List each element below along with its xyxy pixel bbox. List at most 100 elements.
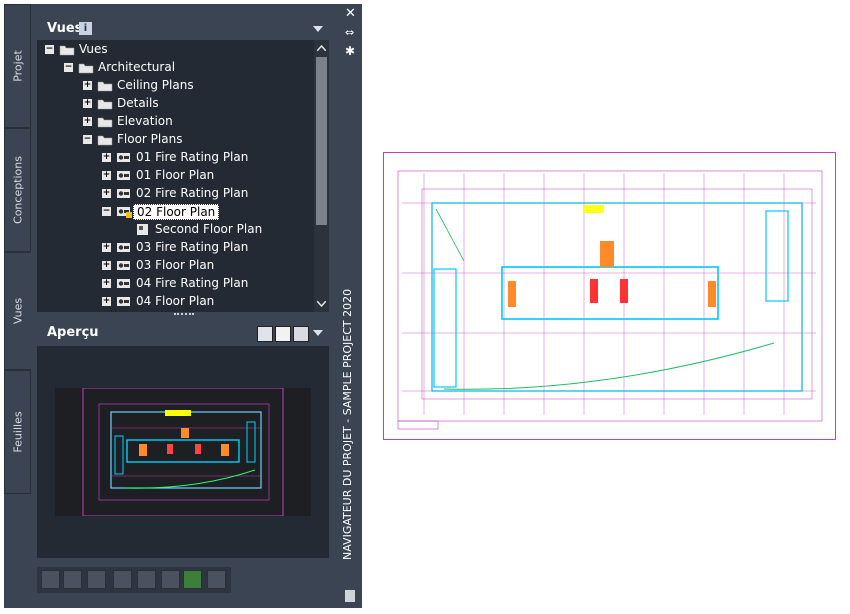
add-model-view-button[interactable]: [113, 570, 132, 589]
new-view-button[interactable]: [41, 570, 60, 589]
scroll-down-icon[interactable]: [317, 301, 326, 307]
tab-conceptions[interactable]: Conceptions: [4, 128, 31, 252]
folder-icon: [97, 115, 113, 128]
tree-item[interactable]: +04 Fire Rating Plan: [37, 275, 314, 293]
view-properties-button[interactable]: [87, 570, 106, 589]
tree-item-label: Second Floor Plan: [155, 222, 263, 236]
open-view-button[interactable]: [63, 570, 82, 589]
tree-item[interactable]: + Ceiling Plans: [37, 77, 314, 95]
tree-item-label: Architectural: [98, 60, 176, 74]
navigator-toolbar: [37, 567, 231, 593]
autohide-icon[interactable]: ⇔: [345, 26, 354, 39]
view-icon: [116, 295, 132, 308]
tab-projet[interactable]: Projet: [4, 4, 31, 128]
folder-icon: [97, 97, 113, 110]
tree-item[interactable]: + Details: [37, 95, 314, 113]
expand-icon[interactable]: +: [102, 279, 111, 288]
tab-projet-label: Projet: [11, 50, 24, 82]
chevron-down-icon[interactable]: [313, 26, 323, 32]
view-icon: [116, 169, 132, 182]
tab-vues[interactable]: Vues: [4, 252, 31, 370]
tree-item[interactable]: +04 Floor Plan: [37, 293, 314, 311]
scroll-thumb[interactable]: [316, 57, 327, 225]
tree-item-label: 04 Floor Plan: [136, 294, 215, 308]
view-locked-icon: [116, 205, 132, 218]
expand-icon[interactable]: +: [102, 261, 111, 270]
tree-item-label: 02 Fire Rating Plan: [136, 186, 249, 200]
expand-icon[interactable]: +: [83, 81, 92, 90]
expand-icon[interactable]: +: [102, 189, 111, 198]
tree-item[interactable]: +03 Floor Plan: [37, 257, 314, 275]
properties-icon[interactable]: ✱: [345, 44, 355, 58]
preview-panel-header: Aperçu: [37, 322, 329, 344]
preview-panel-title: Aperçu: [47, 325, 99, 340]
tree-item[interactable]: − 02 Floor Plan: [37, 203, 314, 221]
view-icon: [116, 259, 132, 272]
tree-item[interactable]: + Elevation: [37, 113, 314, 131]
expand-icon[interactable]: +: [102, 153, 111, 162]
tree-item[interactable]: +03 Fire Rating Plan: [37, 239, 314, 257]
tree-item[interactable]: − Floor Plans: [37, 131, 314, 149]
tree-item-label: 04 Fire Rating Plan: [136, 276, 249, 290]
expand-icon[interactable]: +: [83, 99, 92, 108]
repath-button[interactable]: [207, 570, 226, 589]
view-icon: [116, 187, 132, 200]
tree-item[interactable]: +02 Fire Rating Plan: [37, 185, 314, 203]
view-icon: [116, 241, 132, 254]
tab-feuilles-label: Feuilles: [11, 411, 24, 453]
splitter-grip[interactable]: [174, 313, 194, 319]
tree-item-label: 03 Fire Rating Plan: [136, 240, 249, 254]
refresh-icon[interactable]: [183, 570, 202, 589]
expand-icon[interactable]: +: [83, 117, 92, 126]
view-icon: [116, 277, 132, 290]
expand-icon[interactable]: +: [102, 243, 111, 252]
tab-conceptions-label: Conceptions: [11, 156, 24, 224]
tree-scrollbar[interactable]: [314, 40, 329, 312]
folder-open-icon: [97, 133, 113, 146]
floor-plan-drawing: [383, 152, 836, 440]
tree-item-label: 02 Floor Plan: [133, 204, 220, 220]
palette-title: NAVIGATEUR DU PROJET - SAMPLE PROJECT 20…: [341, 288, 354, 560]
tree-item-label: Details: [117, 96, 159, 110]
layer-button[interactable]: [161, 570, 180, 589]
preview-image-icon[interactable]: [275, 326, 291, 342]
close-icon[interactable]: ✕: [345, 6, 356, 21]
folder-open-icon: [59, 43, 75, 56]
preview-area: [37, 346, 329, 558]
folder-icon: [97, 79, 113, 92]
collapse-icon[interactable]: −: [64, 63, 73, 72]
tree-item-label: 01 Floor Plan: [136, 168, 215, 182]
scroll-up-icon[interactable]: [317, 45, 326, 51]
tree-item-label: Ceiling Plans: [117, 78, 194, 92]
folder-open-icon: [78, 61, 94, 74]
expand-icon[interactable]: +: [102, 297, 111, 306]
tab-feuilles[interactable]: Feuilles: [4, 370, 31, 494]
tree-item-label: Vues: [79, 42, 108, 56]
view-icon: [116, 151, 132, 164]
info-icon[interactable]: i: [79, 22, 92, 35]
collapse-icon[interactable]: −: [83, 135, 92, 144]
tree-item[interactable]: +01 Floor Plan: [37, 167, 314, 185]
tree-item-label: 03 Floor Plan: [136, 258, 215, 272]
side-tabs: Projet Conceptions Vues Feuilles: [4, 4, 31, 494]
tree-item[interactable]: − Architectural: [37, 59, 314, 77]
preview-mode-icon[interactable]: [257, 326, 273, 342]
collapse-icon[interactable]: −: [45, 45, 54, 54]
expand-icon[interactable]: +: [102, 171, 111, 180]
tree-item-label: Floor Plans: [117, 132, 183, 146]
collapse-icon[interactable]: −: [102, 207, 111, 216]
tree-item-label: 01 Fire Rating Plan: [136, 150, 249, 164]
chevron-down-icon[interactable]: [313, 330, 323, 336]
views-panel-title: Vues: [47, 21, 83, 36]
tree-item[interactable]: Second Floor Plan: [37, 221, 314, 239]
tree-item[interactable]: − Vues: [37, 41, 314, 59]
preview-thumbnail: [55, 387, 311, 517]
tree-item-label: Elevation: [117, 114, 173, 128]
tree-item[interactable]: +01 Fire Rating Plan: [37, 149, 314, 167]
palette-menu-icon[interactable]: [345, 590, 355, 602]
views-tree: − Vues − Architectural + Ceiling Plans + Detail…: [37, 40, 314, 312]
preview-settings-icon[interactable]: [293, 326, 309, 342]
tab-vues-label: Vues: [11, 297, 25, 325]
place-view-button[interactable]: [137, 570, 156, 589]
views-panel-header: Vues i: [37, 18, 329, 40]
